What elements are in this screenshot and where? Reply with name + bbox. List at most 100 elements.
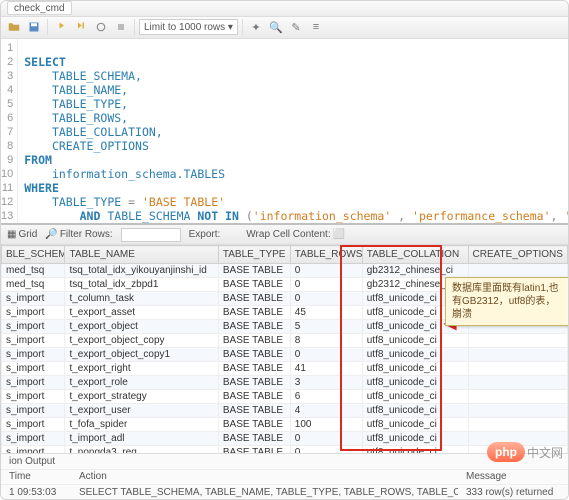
cell[interactable] [468,362,567,376]
cell[interactable] [468,264,567,278]
table-row[interactable]: med_tsqtsq_total_idx_yikouyanjinshi_idBA… [2,264,568,278]
cell[interactable]: s_import [2,348,65,362]
cell[interactable]: utf8_unicode_ci [362,390,468,404]
cell[interactable] [468,404,567,418]
cell[interactable]: utf8_unicode_ci [362,432,468,446]
cell[interactable]: s_import [2,390,65,404]
cell[interactable]: tsq_total_idx_yikouyanjinshi_id [65,264,218,278]
column-header[interactable]: TABLE_TYPE [218,246,290,264]
cell[interactable]: s_import [2,432,65,446]
column-header[interactable]: BLE_SCHEMA [2,246,65,264]
cell[interactable]: med_tsq [2,278,65,292]
table-row[interactable]: s_importt_export_userBASE TABLE4utf8_uni… [2,404,568,418]
cell[interactable]: s_import [2,320,65,334]
cell[interactable]: t_export_object [65,320,218,334]
table-row[interactable]: s_importt_nongda3_reqBASE TABLE0utf8_uni… [2,446,568,454]
cell[interactable]: t_column_task [65,292,218,306]
cell[interactable]: utf8_unicode_ci [362,404,468,418]
table-row[interactable]: s_importt_export_strategyBASE TABLE6utf8… [2,390,568,404]
table-row[interactable]: s_importt_import_adlBASE TABLE0utf8_unic… [2,432,568,446]
cell[interactable]: s_import [2,404,65,418]
cell[interactable]: 0 [290,264,362,278]
cell[interactable]: BASE TABLE [218,376,290,390]
cell[interactable]: 8 [290,334,362,348]
cell[interactable]: BASE TABLE [218,432,290,446]
cell[interactable]: gb2312_chinese_ci [362,264,468,278]
run-step-icon[interactable] [72,18,90,36]
save-icon[interactable] [25,18,43,36]
cell[interactable]: t_export_object_copy1 [65,348,218,362]
tool-icon[interactable]: ✎ [287,18,305,36]
cell[interactable]: BASE TABLE [218,292,290,306]
cell[interactable]: 3 [290,376,362,390]
column-header[interactable]: TABLE_ROWS [290,246,362,264]
cell[interactable]: 41 [290,362,362,376]
cell[interactable]: 100 [290,418,362,432]
run-icon[interactable] [52,18,70,36]
sql-editor[interactable]: 12345678910111213 SELECT TABLE_SCHEMA, T… [1,39,568,225]
cell[interactable]: 45 [290,306,362,320]
cell[interactable]: t_nongda3_req [65,446,218,454]
cell[interactable]: s_import [2,376,65,390]
table-row[interactable]: s_importt_export_roleBASE TABLE3utf8_uni… [2,376,568,390]
cell[interactable]: BASE TABLE [218,278,290,292]
cell[interactable]: t_export_asset [65,306,218,320]
cell[interactable]: t_export_strategy [65,390,218,404]
code-area[interactable]: SELECT TABLE_SCHEMA, TABLE_NAME, TABLE_T… [18,39,568,223]
cell[interactable] [468,390,567,404]
column-header[interactable]: TABLE_COLLATION [362,246,468,264]
cell[interactable]: utf8_unicode_ci [362,376,468,390]
cell[interactable]: t_export_object_copy [65,334,218,348]
cell[interactable]: BASE TABLE [218,404,290,418]
table-row[interactable]: s_importt_export_rightBASE TABLE41utf8_u… [2,362,568,376]
cell[interactable]: utf8_unicode_ci [362,446,468,454]
cell[interactable]: 0 [290,446,362,454]
cell[interactable]: 4 [290,404,362,418]
cell[interactable]: 0 [290,278,362,292]
cell[interactable]: BASE TABLE [218,390,290,404]
export-label[interactable]: Export: [189,229,221,240]
tab-title[interactable]: check_cmd [7,1,72,15]
cell[interactable]: BASE TABLE [218,418,290,432]
cell[interactable]: 0 [290,432,362,446]
grid-tab[interactable]: ▦ Grid [7,229,37,240]
column-header[interactable]: TABLE_NAME [65,246,218,264]
cell[interactable]: BASE TABLE [218,348,290,362]
snippets-icon[interactable]: ≡ [307,18,325,36]
cell[interactable]: t_export_right [65,362,218,376]
cell[interactable]: 0 [290,348,362,362]
table-row[interactable]: s_importt_export_object_copy1BASE TABLE0… [2,348,568,362]
cell[interactable]: med_tsq [2,264,65,278]
explain-icon[interactable] [92,18,110,36]
cell[interactable]: BASE TABLE [218,334,290,348]
cell[interactable]: tsq_total_idx_zbpd1 [65,278,218,292]
cell[interactable]: utf8_unicode_ci [362,348,468,362]
cell[interactable]: t_import_adl [65,432,218,446]
cell[interactable]: t_fofa_spider [65,418,218,432]
cell[interactable]: 5 [290,320,362,334]
cell[interactable]: utf8_unicode_ci [362,362,468,376]
cell[interactable]: utf8_unicode_ci [362,418,468,432]
search-icon[interactable]: 🔍 [267,18,285,36]
column-header[interactable]: CREATE_OPTIONS [468,246,567,264]
table-row[interactable]: s_importt_export_object_copyBASE TABLE8u… [2,334,568,348]
cell[interactable]: 6 [290,390,362,404]
cell[interactable] [468,376,567,390]
wrap-cell[interactable]: Wrap Cell Content: ⬜ [246,229,345,240]
stop-icon[interactable] [112,18,130,36]
cell[interactable]: s_import [2,292,65,306]
limit-dropdown[interactable]: Limit to 1000 rows ▾ [139,19,238,35]
cell[interactable] [468,418,567,432]
cell[interactable]: utf8_unicode_ci [362,334,468,348]
cell[interactable]: 0 [290,292,362,306]
open-icon[interactable] [5,18,23,36]
cell[interactable]: BASE TABLE [218,306,290,320]
cell[interactable]: BASE TABLE [218,446,290,454]
cell[interactable] [468,334,567,348]
cell[interactable]: BASE TABLE [218,362,290,376]
cell[interactable] [468,348,567,362]
cell[interactable]: s_import [2,306,65,320]
beautify-icon[interactable]: ✦ [247,18,265,36]
cell[interactable]: t_export_user [65,404,218,418]
cell[interactable]: s_import [2,362,65,376]
